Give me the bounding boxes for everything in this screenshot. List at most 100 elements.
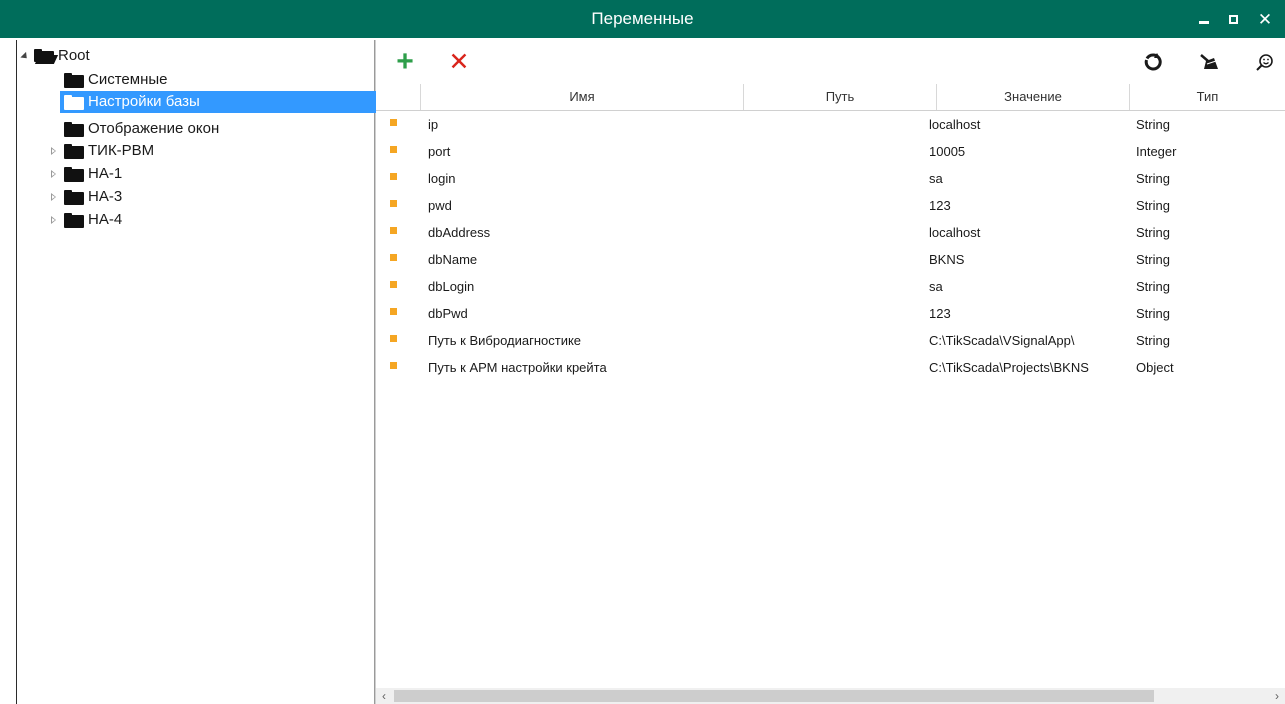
folder-icon bbox=[64, 143, 84, 159]
expand-icon[interactable] bbox=[48, 169, 58, 179]
toolbar: + ✕ bbox=[376, 40, 1285, 84]
cell-type: String bbox=[1136, 333, 1170, 348]
table-row[interactable]: Путь к Вибродиагностике C:\TikScada\VSign… bbox=[376, 327, 1285, 354]
cell-type: String bbox=[1136, 198, 1170, 213]
cell-value: localhost bbox=[929, 225, 981, 240]
cell-path bbox=[748, 273, 928, 300]
delete-icon: ✕ bbox=[448, 47, 470, 76]
tree-node[interactable]: Системные bbox=[64, 69, 167, 91]
cell-value: BKNS bbox=[929, 252, 965, 267]
row-marker-icon bbox=[390, 200, 397, 207]
tree-node[interactable]: НА-4 bbox=[50, 209, 123, 231]
table-row[interactable]: dbLogin sa String bbox=[376, 273, 1285, 300]
cell-name: dbLogin bbox=[428, 279, 475, 294]
cell-path bbox=[748, 300, 928, 327]
column-header-value[interactable]: Значение bbox=[936, 84, 1129, 110]
tree-node-label: Root bbox=[58, 47, 90, 64]
scroll-left-icon[interactable]: ‹ bbox=[376, 688, 392, 704]
table-row[interactable]: ip localhost String bbox=[376, 111, 1285, 138]
tree-node[interactable]: Настройки базы bbox=[60, 91, 376, 113]
close-icon: ✕ bbox=[1257, 9, 1273, 29]
scroll-thumb[interactable] bbox=[394, 690, 1154, 702]
tree-node-label: Настройки базы bbox=[88, 93, 200, 110]
cell-type: String bbox=[1136, 225, 1170, 240]
row-marker-icon bbox=[390, 119, 397, 126]
collapse-icon[interactable] bbox=[20, 51, 30, 61]
cell-type: String bbox=[1136, 306, 1170, 321]
folder-icon bbox=[64, 72, 84, 88]
minimize-icon bbox=[1199, 20, 1209, 24]
close-button[interactable]: ✕ bbox=[1252, 0, 1278, 38]
expand-icon[interactable] bbox=[48, 215, 58, 225]
cell-path bbox=[748, 354, 928, 381]
variables-grid: Имя Путь Значение Тип ip localhost String p… bbox=[376, 84, 1285, 688]
cell-value: sa bbox=[929, 171, 943, 186]
column-header-type[interactable]: Тип bbox=[1129, 84, 1285, 110]
table-row[interactable]: dbName BKNS String bbox=[376, 246, 1285, 273]
cell-value: localhost bbox=[929, 117, 981, 132]
cell-path bbox=[748, 165, 928, 192]
cell-path bbox=[748, 111, 928, 138]
maximize-icon bbox=[1228, 14, 1238, 24]
tree-node-label: НА-3 bbox=[88, 188, 123, 205]
table-row[interactable]: login sa String bbox=[376, 165, 1285, 192]
table-row[interactable]: pwd 123 String bbox=[376, 192, 1285, 219]
cell-name: dbAddress bbox=[428, 225, 491, 240]
expand-icon[interactable] bbox=[48, 192, 58, 202]
row-marker-icon bbox=[390, 146, 397, 153]
folder-icon bbox=[64, 189, 84, 205]
cell-path bbox=[748, 138, 928, 165]
tree-node-label: НА-4 bbox=[88, 211, 123, 228]
tree-node[interactable]: НА-3 bbox=[50, 186, 123, 208]
horizontal-scrollbar[interactable]: ‹ › bbox=[376, 688, 1285, 704]
table-row[interactable]: dbPwd 123 String bbox=[376, 300, 1285, 327]
table-row[interactable]: Путь к АРМ настройки крейта C:\TikScada\P… bbox=[376, 354, 1285, 381]
tree-node-root[interactable]: Root bbox=[20, 45, 90, 67]
tree-node[interactable]: ТИК-РВМ bbox=[50, 140, 155, 162]
cell-value: C:\TikScada\Projects\BKNS bbox=[929, 360, 1089, 375]
window-title: Переменные bbox=[591, 9, 694, 28]
cell-value: 123 bbox=[929, 306, 951, 321]
maximize-button[interactable] bbox=[1220, 0, 1246, 38]
row-marker-icon bbox=[390, 173, 397, 180]
search-button[interactable] bbox=[1248, 40, 1282, 84]
tree-node-label: ТИК-РВМ bbox=[88, 142, 155, 159]
cell-path bbox=[748, 219, 928, 246]
search-icon bbox=[1256, 54, 1273, 71]
tree-node[interactable]: Отображение окон bbox=[64, 118, 219, 140]
refresh-button[interactable] bbox=[1136, 40, 1170, 84]
title-bar: Переменные ✕ bbox=[0, 0, 1285, 38]
tree-node-label: Системные bbox=[88, 71, 168, 88]
clean-button[interactable] bbox=[1192, 40, 1226, 84]
folder-open-icon bbox=[34, 48, 59, 64]
tree-node[interactable]: НА-1 bbox=[50, 163, 122, 185]
cell-name: dbPwd bbox=[428, 306, 468, 321]
row-marker-icon bbox=[390, 254, 397, 261]
folder-icon bbox=[64, 94, 84, 110]
refresh-icon bbox=[1144, 53, 1162, 71]
row-marker-icon bbox=[390, 308, 397, 315]
column-header-name[interactable]: Имя bbox=[420, 84, 743, 110]
scroll-right-icon[interactable]: › bbox=[1269, 688, 1285, 704]
delete-button[interactable]: ✕ bbox=[442, 40, 476, 84]
broom-icon bbox=[1200, 54, 1218, 69]
expand-icon[interactable] bbox=[48, 146, 58, 156]
cell-type: Integer bbox=[1136, 144, 1177, 159]
minimize-button[interactable] bbox=[1191, 0, 1217, 38]
folder-icon bbox=[64, 166, 84, 182]
cell-value: 123 bbox=[929, 198, 951, 213]
cell-value: sa bbox=[929, 279, 943, 294]
table-row[interactable]: port 10005 Integer bbox=[376, 138, 1285, 165]
plus-icon: + bbox=[396, 45, 414, 78]
row-marker-icon bbox=[390, 362, 397, 369]
table-row[interactable]: dbAddress localhost String bbox=[376, 219, 1285, 246]
cell-name: ip bbox=[428, 117, 439, 132]
cell-name: Путь к АРМ настройки крейта bbox=[428, 360, 607, 375]
row-marker-icon bbox=[390, 281, 397, 288]
tree-node-label: Отображение окон bbox=[88, 120, 220, 137]
cell-name: dbName bbox=[428, 252, 478, 267]
cell-value: C:\TikScada\VSignalApp\ bbox=[929, 333, 1075, 348]
column-header-path[interactable]: Путь bbox=[743, 84, 936, 110]
add-button[interactable]: + bbox=[388, 40, 422, 84]
cell-path bbox=[748, 327, 928, 354]
